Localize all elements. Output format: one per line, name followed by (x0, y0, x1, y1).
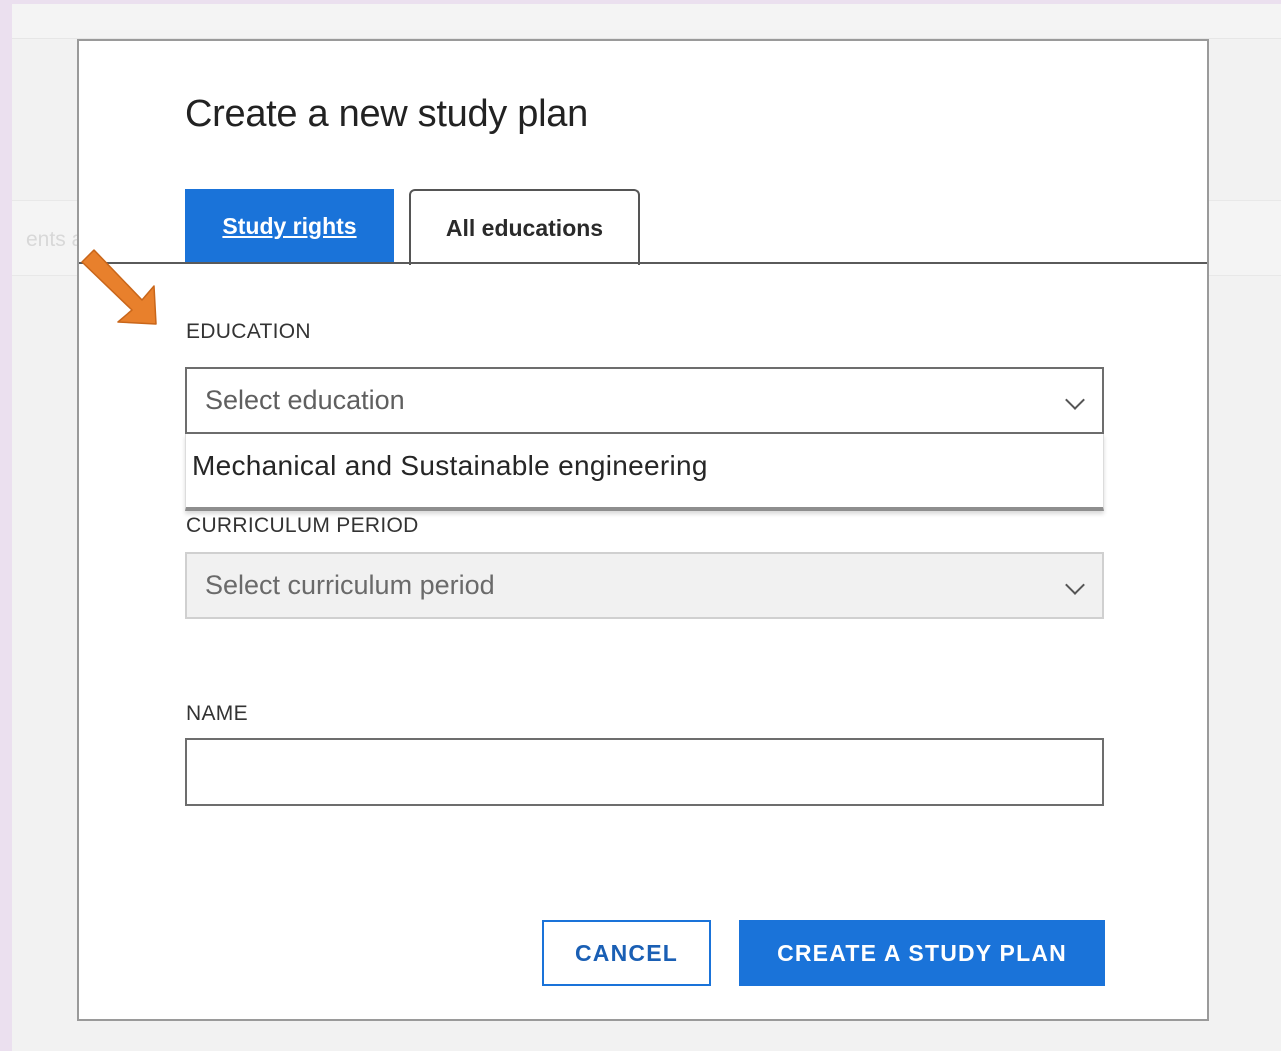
create-study-plan-button[interactable]: CREATE A STUDY PLAN (739, 920, 1105, 986)
cancel-button[interactable]: CANCEL (542, 920, 711, 986)
education-dropdown: Mechanical and Sustainable engineering (185, 434, 1104, 511)
chevron-down-icon (1065, 390, 1085, 410)
create-study-plan-dialog: Create a new study plan Study rights All… (77, 39, 1209, 1021)
dropdown-option-mechanical-sustainable-engineering[interactable]: Mechanical and Sustainable engineering (192, 450, 708, 482)
education-select-placeholder: Select education (205, 385, 405, 415)
background-text-fragment: ents a (26, 228, 84, 251)
chevron-down-icon (1065, 575, 1085, 595)
arrow-icon (81, 249, 157, 325)
app-header (12, 4, 1281, 39)
curriculum-period-label: CURRICULUM PERIOD (186, 514, 419, 537)
tab-study-rights[interactable]: Study rights (185, 189, 394, 263)
name-label: NAME (186, 702, 248, 725)
education-label: EDUCATION (186, 320, 311, 343)
name-input[interactable] (185, 738, 1104, 806)
education-select[interactable]: Select education (185, 367, 1104, 434)
curriculum-period-placeholder: Select curriculum period (205, 570, 495, 600)
curriculum-period-select[interactable]: Select curriculum period (185, 552, 1104, 619)
tab-all-educations[interactable]: All educations (409, 189, 640, 265)
tab-divider (79, 262, 1207, 264)
dialog-title: Create a new study plan (185, 93, 588, 135)
